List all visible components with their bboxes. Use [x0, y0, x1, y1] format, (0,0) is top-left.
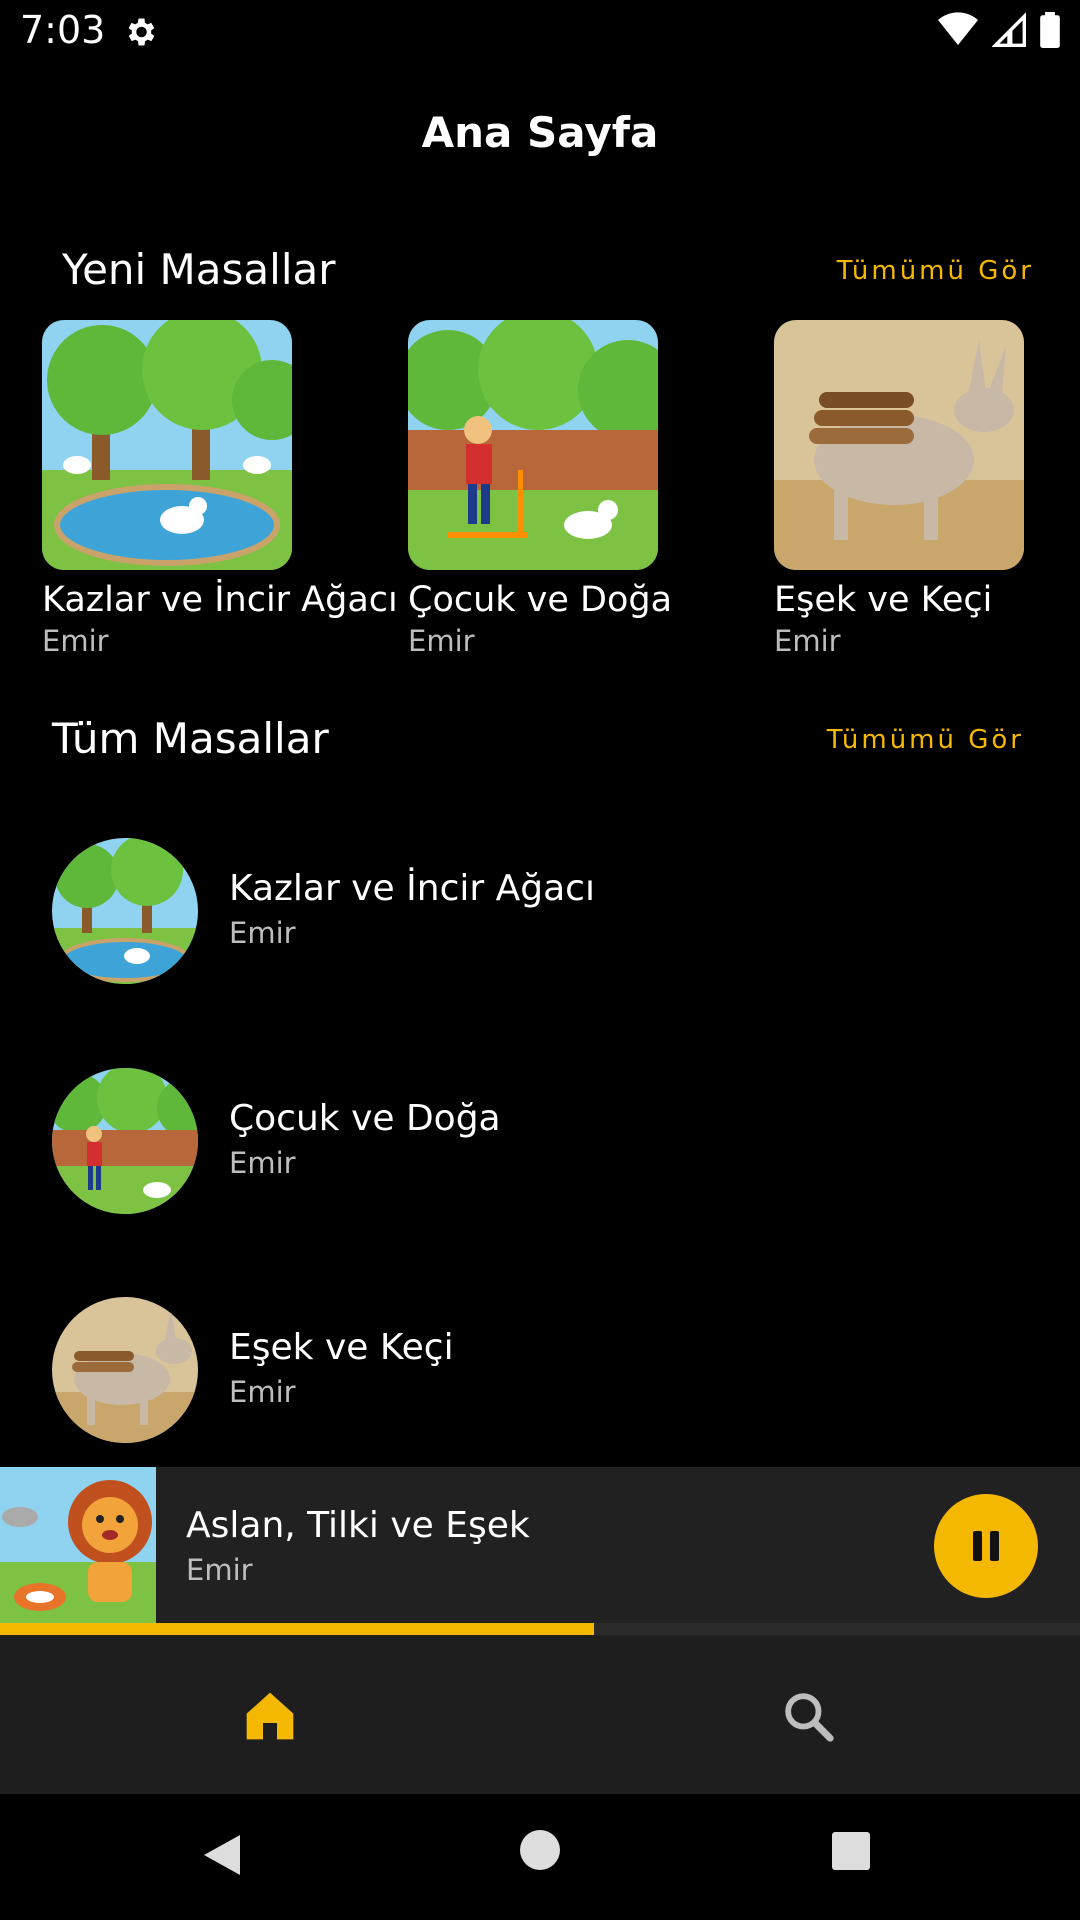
- recent-apps-button[interactable]: [832, 1832, 870, 1870]
- story-thumbnail: [52, 838, 198, 984]
- nav-search[interactable]: [768, 1676, 848, 1756]
- status-time: 7:03: [20, 8, 106, 52]
- system-home-button[interactable]: [520, 1830, 560, 1870]
- signal-icon: [992, 12, 1026, 47]
- story-author: Emir: [774, 624, 841, 658]
- pause-icon: [973, 1531, 999, 1561]
- story-title: Eşek ve Keçi: [774, 580, 993, 620]
- nav-home[interactable]: [230, 1676, 310, 1756]
- pause-button[interactable]: [934, 1494, 1038, 1598]
- story-author: Emir: [42, 624, 109, 658]
- new-story-card[interactable]: Kazlar ve İncir Ağacı Emir: [42, 320, 398, 658]
- story-list-item[interactable]: Kazlar ve İncir Ağacı Emir: [52, 838, 1032, 988]
- player-cover-image: [0, 1467, 156, 1623]
- player-title: Aslan, Tilki ve Eşek: [186, 1505, 530, 1546]
- page-title: Ana Sayfa: [421, 108, 659, 157]
- home-icon: [246, 1692, 294, 1740]
- story-title: Çocuk ve Doğa: [408, 580, 673, 620]
- story-thumbnail: [52, 1068, 198, 1214]
- story-author: Emir: [229, 1146, 296, 1180]
- story-author: Emir: [408, 624, 475, 658]
- story-list-item[interactable]: Eşek ve Keçi Emir: [52, 1297, 1032, 1447]
- status-icons: [938, 12, 1060, 48]
- all-stories-title: Tüm Masallar: [52, 714, 329, 763]
- wifi-icon: [938, 12, 978, 45]
- story-title: Eşek ve Keçi: [229, 1327, 454, 1368]
- player-author: Emir: [186, 1553, 253, 1587]
- story-title: Çocuk ve Doğa: [229, 1098, 501, 1139]
- new-story-card[interactable]: Çocuk ve Doğa Emir: [408, 320, 738, 658]
- battery-icon: [1040, 12, 1060, 48]
- new-stories-title: Yeni Masallar: [62, 245, 336, 294]
- search-icon: [785, 1693, 834, 1742]
- story-cover-image: [408, 320, 658, 570]
- all-stories-see-all[interactable]: Tümümü Gör: [827, 725, 1024, 755]
- story-author: Emir: [229, 1375, 296, 1409]
- story-thumbnail: [52, 1297, 198, 1443]
- system-navigation-bar: [0, 1794, 1080, 1920]
- story-title: Kazlar ve İncir Ağacı: [229, 868, 595, 909]
- story-cover-image: [774, 320, 1024, 570]
- back-icon[interactable]: [200, 1832, 244, 1878]
- bottom-navigation: [0, 1636, 1080, 1794]
- playback-progress-bar[interactable]: [0, 1623, 1080, 1635]
- new-stories-see-all[interactable]: Tümümü Gör: [837, 256, 1034, 286]
- gear-icon: [128, 18, 155, 46]
- mini-player[interactable]: Aslan, Tilki ve Eşek Emir: [0, 1467, 1080, 1636]
- story-author: Emir: [229, 916, 296, 950]
- story-list-item[interactable]: Çocuk ve Doğa Emir: [52, 1068, 1032, 1218]
- status-bar: 7:03: [0, 0, 1080, 63]
- new-story-card[interactable]: Eşek ve Keçi Emir: [774, 320, 1080, 658]
- story-title: Kazlar ve İncir Ağacı: [42, 580, 398, 620]
- story-cover-image: [42, 320, 292, 570]
- playback-progress-fill: [0, 1623, 594, 1635]
